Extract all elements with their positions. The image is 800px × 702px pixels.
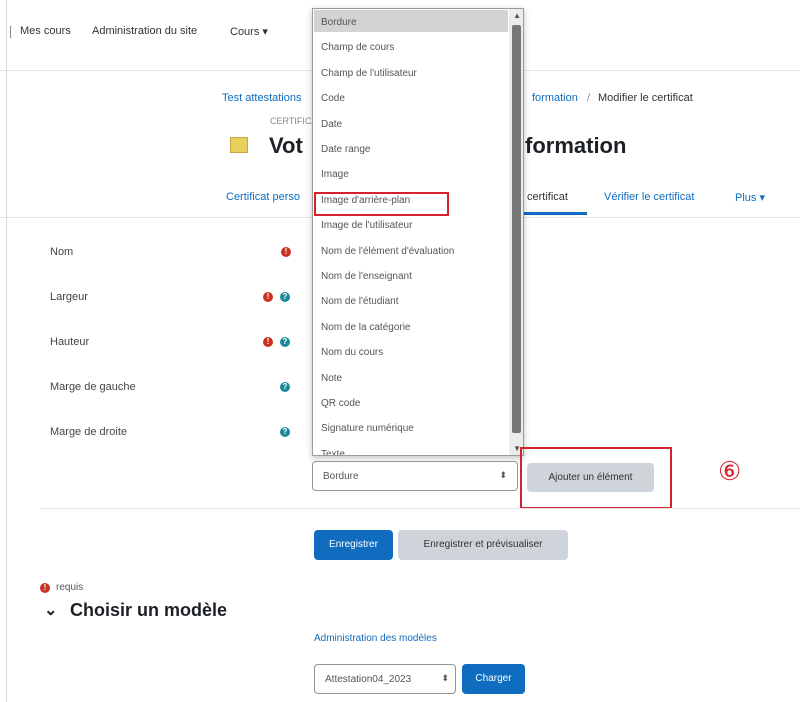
dropdown-option[interactable]: Note bbox=[321, 373, 342, 384]
tab-certificate[interactable]: certificat bbox=[527, 191, 568, 203]
page-title-left: Vot bbox=[269, 133, 303, 158]
dropdown-option[interactable]: Image bbox=[321, 169, 349, 180]
label-left-margin: Marge de gauche bbox=[50, 381, 136, 393]
nav-my-courses[interactable]: Mes cours bbox=[20, 25, 71, 37]
add-element-button[interactable]: Ajouter un élément bbox=[527, 463, 654, 492]
nav-site-administration[interactable]: Administration du site bbox=[92, 25, 197, 37]
select-caret-icon: ⬍ bbox=[441, 673, 449, 683]
help-icon[interactable]: ? bbox=[280, 382, 290, 392]
help-icon[interactable]: ? bbox=[280, 427, 290, 437]
scroll-up-arrow-icon[interactable]: ▲ bbox=[513, 11, 521, 20]
page-title-right: formation bbox=[525, 133, 627, 158]
label-right-margin: Marge de droite bbox=[50, 426, 128, 438]
nav-separator bbox=[10, 26, 11, 38]
save-button[interactable]: Enregistrer bbox=[314, 530, 393, 560]
dropdown-option[interactable]: Nom de la catégorie bbox=[321, 322, 411, 333]
element-type-select[interactable]: Bordure ⬍ bbox=[312, 461, 518, 491]
dropdown-option[interactable]: Champ de cours bbox=[321, 42, 394, 53]
tab-more[interactable]: Plus ▾ bbox=[735, 191, 765, 204]
page-subtitle: CERTIFICA bbox=[270, 116, 318, 126]
dropdown-option[interactable]: Date range bbox=[321, 144, 370, 155]
help-icon[interactable]: ? bbox=[280, 292, 290, 302]
label-name: Nom bbox=[50, 246, 74, 258]
dropdown-option[interactable]: Nom de l'élément d'évaluation bbox=[321, 246, 454, 257]
tab-custom-certificate[interactable]: Certificat perso bbox=[226, 191, 300, 203]
load-template-button[interactable]: Charger bbox=[462, 664, 525, 694]
required-icon: ! bbox=[281, 247, 291, 257]
dropdown-option[interactable]: Nom de l'étudiant bbox=[321, 296, 399, 307]
dropdown-option[interactable]: QR code bbox=[321, 398, 360, 409]
save-and-preview-button[interactable]: Enregistrer et prévisualiser bbox=[398, 530, 568, 560]
element-type-select-value: Bordure bbox=[323, 471, 359, 482]
dropdown-option[interactable]: Nom de l'enseignant bbox=[321, 271, 412, 282]
step-number-marker: ⑥ bbox=[718, 456, 742, 486]
dropdown-option[interactable]: Code bbox=[321, 93, 345, 104]
dropdown-option[interactable]: Signature numérique bbox=[321, 423, 414, 434]
choose-template-heading[interactable]: Choisir un modèle bbox=[70, 600, 227, 621]
template-select[interactable]: Attestation04_2023 ⬍ bbox=[314, 664, 456, 694]
required-icon: ! bbox=[263, 337, 273, 347]
dropdown-option[interactable]: Date bbox=[321, 119, 342, 130]
active-tab-indicator bbox=[515, 212, 587, 215]
left-border bbox=[6, 0, 7, 702]
dropdown-option[interactable]: Nom du cours bbox=[321, 347, 383, 358]
help-icon[interactable]: ? bbox=[280, 337, 290, 347]
element-type-dropdown-list[interactable]: ▲ ▼ Bordure Champ de cours Champ de l'util… bbox=[312, 8, 524, 456]
breadcrumb-course[interactable]: Test attestations bbox=[222, 92, 302, 104]
dropdown-option[interactable]: Bordure bbox=[321, 17, 357, 28]
required-icon: ! bbox=[263, 292, 273, 302]
select-caret-icon: ⬍ bbox=[499, 470, 507, 480]
section-divider bbox=[40, 508, 800, 509]
dropdown-scroll-thumb[interactable] bbox=[512, 25, 521, 433]
course-icon bbox=[230, 137, 248, 153]
required-note: requis bbox=[56, 582, 84, 593]
collapse-chevron-icon[interactable]: ⌄ bbox=[44, 600, 57, 620]
tab-verify-certificate[interactable]: Vérifier le certificat bbox=[604, 191, 694, 203]
nav-courses-menu[interactable]: Cours ▾ bbox=[230, 25, 268, 38]
highlight-box-background-image bbox=[314, 192, 449, 216]
breadcrumb-separator: / bbox=[587, 92, 591, 104]
label-height: Hauteur bbox=[50, 336, 90, 348]
breadcrumb-formation[interactable]: formation bbox=[532, 92, 578, 104]
template-select-value: Attestation04_2023 bbox=[325, 674, 412, 685]
breadcrumb-current: Modifier le certificat bbox=[598, 92, 693, 104]
dropdown-option[interactable]: Texte bbox=[321, 449, 345, 455]
required-icon: ! bbox=[40, 583, 50, 593]
label-width: Largeur bbox=[50, 291, 88, 303]
templates-administration-link[interactable]: Administration des modèles bbox=[314, 633, 437, 644]
dropdown-option[interactable]: Image de l'utilisateur bbox=[321, 220, 412, 231]
dropdown-option[interactable]: Champ de l'utilisateur bbox=[321, 68, 417, 79]
